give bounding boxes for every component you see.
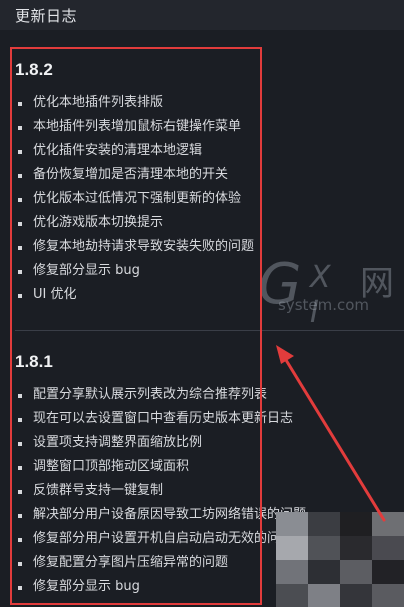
annotation-arrow-icon — [276, 345, 386, 522]
